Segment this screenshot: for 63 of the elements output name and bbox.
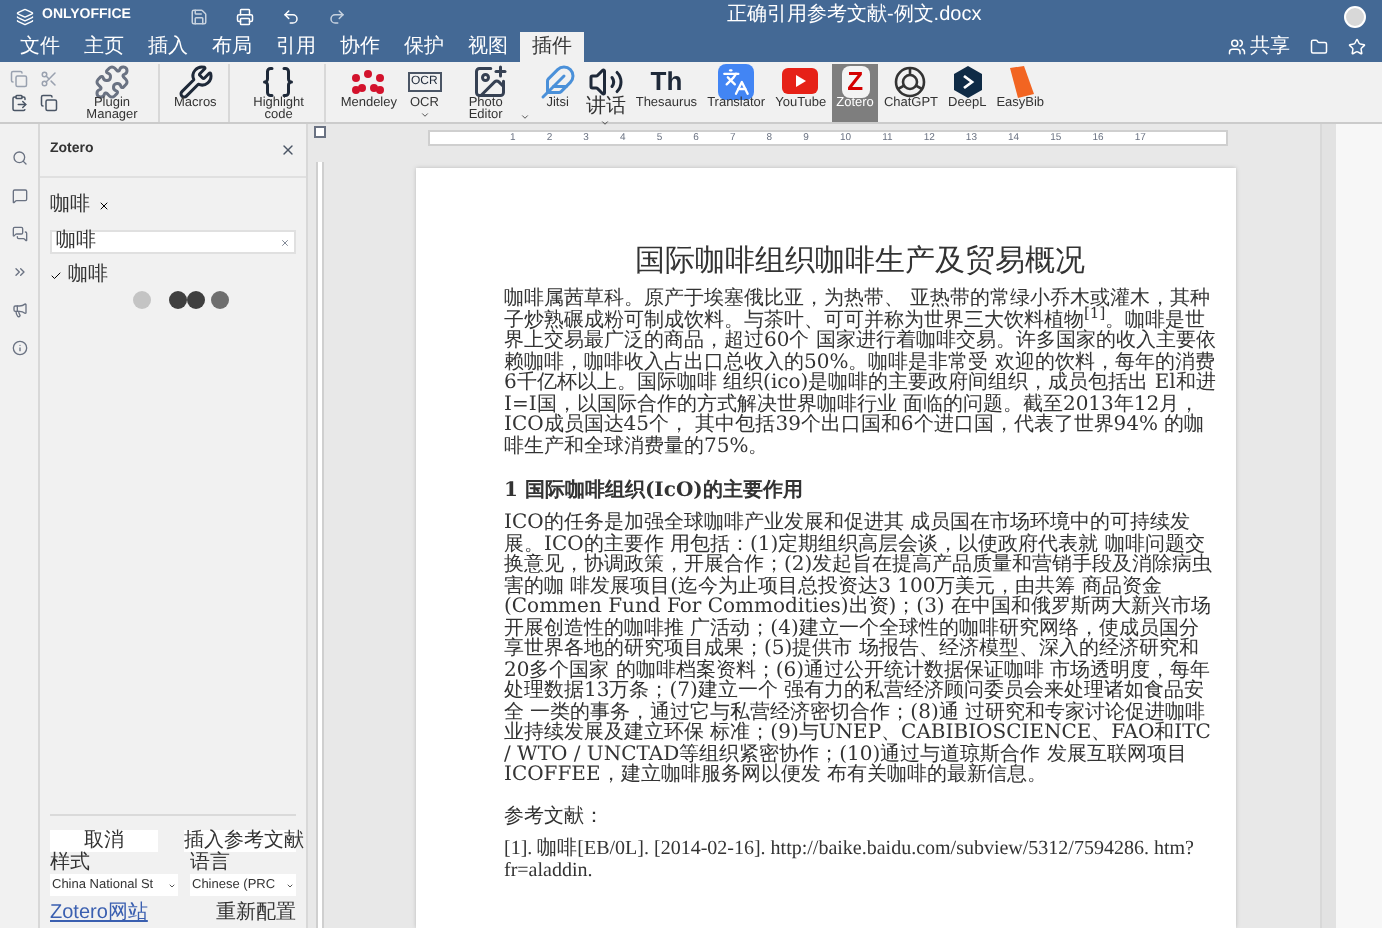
redo-icon[interactable] (328, 7, 347, 25)
reconfigure-link[interactable]: 重新配置 (216, 904, 296, 924)
paragraph: 咖啡属茜草科。原产于埃塞俄比亚，为热带、 亚热带的常绿小乔木或灌木，其种子炒熟碾成粉可制成饮料。与茶叶、可可并称为世界三大饮料植物$^{[1]}$。咖啡是世界上交易最广泛的商品，超过60个 国家进行着咖啡交易。许多国家的收入主要依赖咖啡，咖啡收入占出口总收入的50%。咖啡是非常受 欢迎的饮料，每年的消费6千亿杯以上。国际咖啡 组织(ico)是咖啡的主要政府间组织，成员包括出 El和进I=I国，以国际合作的方式解决世界咖啡行业 面临的问题。截至2013年12月，ICO成员国达45个， 其中包括39个出口国和6个进口国，代表了世界94% 的咖啡生产和全球消费量的75%。 (504, 290, 1216, 458)
menu-tab[interactable]: 布局 (200, 32, 264, 62)
braces-icon (260, 63, 297, 99)
website-link[interactable]: Zotero网站 (50, 904, 148, 924)
logo-icon (16, 7, 34, 25)
copy-icon[interactable] (10, 70, 28, 88)
feather-icon (539, 63, 576, 99)
info-icon[interactable] (11, 340, 27, 356)
document-title: 国际咖啡组织咖啡生产及贸易概况 (633, 240, 1087, 280)
cancel-button[interactable]: 取消 (50, 830, 158, 852)
puzzle-icon (94, 63, 130, 99)
checkmark[interactable] (50, 269, 62, 281)
navigation-icon[interactable] (11, 264, 27, 280)
format-copy-icon[interactable] (40, 94, 58, 112)
comment-icon[interactable] (11, 188, 27, 204)
ruler-corner[interactable] (314, 126, 326, 138)
photo-icon (472, 63, 509, 99)
chat-icon[interactable] (11, 226, 27, 242)
paste-icon[interactable] (10, 94, 28, 112)
hexagon-icon (949, 63, 986, 99)
undo-icon[interactable] (282, 7, 301, 25)
menu-tab[interactable]: 插件 (520, 32, 584, 62)
wrench-icon (177, 63, 214, 99)
remove-tag-icon[interactable] (98, 199, 110, 211)
menu-tab[interactable]: 主页 (72, 32, 136, 62)
menu-tab[interactable]: 文件 (8, 32, 72, 62)
star-icon[interactable] (1348, 38, 1366, 56)
people-icon (1228, 38, 1246, 56)
search-field[interactable]: 咖啡 (50, 230, 296, 254)
style-label: 样式 (50, 854, 92, 874)
speaker-icon (587, 63, 624, 99)
play-icon (782, 68, 819, 94)
tag-label: 咖啡 (50, 191, 90, 220)
scrollbar[interactable] (1322, 124, 1336, 928)
item-label[interactable]: 咖啡 (68, 264, 108, 286)
menu-tab[interactable]: 协作 (328, 32, 392, 62)
reference-entry: [1]. 咖啡[EB/0L]. [2014-02-16]. http://baike.baidu.com/subview/5312/7594286. htm?fr=aladdin. (504, 837, 1196, 881)
thesaurus-icon: Th (650, 63, 683, 99)
cut-icon[interactable] (40, 70, 58, 88)
megaphone-icon[interactable] (11, 302, 27, 318)
avatar[interactable] (1344, 5, 1366, 27)
language-label: 语言 (190, 854, 232, 874)
search-icon[interactable] (11, 150, 27, 166)
references-heading: 参考文献： (504, 805, 606, 827)
document-title: 正确引用参考文献-例文.docx (726, 4, 982, 28)
print-icon[interactable] (236, 7, 255, 25)
menu-tab[interactable]: 插入 (136, 32, 200, 62)
zotero-icon: Z (841, 65, 870, 97)
menu-tab[interactable]: 保护 (392, 32, 456, 62)
save-icon[interactable] (190, 7, 209, 25)
section-heading: 1 国际咖啡组织(IcO)的主要作用 (504, 480, 805, 504)
loading-dots-icon (132, 290, 232, 310)
toolbar-button[interactable]: 讲话 (581, 64, 630, 122)
translate-icon (718, 63, 755, 99)
folder-icon[interactable] (1310, 38, 1328, 56)
menu-tab[interactable]: 视图 (456, 32, 520, 62)
share-button[interactable]: 共享 (1228, 36, 1290, 58)
knot-icon (892, 63, 929, 99)
menu-tab[interactable]: 引用 (264, 32, 328, 62)
paragraph: ICO的任务是加强全球咖啡产业发展和促进其 成员国在市场环境中的可持续发展。ICO的主要作 用包括：(1)定期组织高层会谈，以使政府代表就 咖啡问题交换意见，协调政策，开展合作；(2)发起旨在提高产品质量和营销手段及消除病虫害的咖 啡发展项目(迄今为止项目总投资达3 100万美元，由共筹 商品资金(Commen Fund For Commodities)出资)；(3) 在中国和俄罗斯两大新兴市场开展创造性的咖啡推 广活动；(4)建立一个全球性的咖啡研究网络，使成员国分享世界各地的研究项目成果；(5)提供市 场报告、经济模型、深入的经济研究和20多个国家 的咖啡档案资料；(6)通过公开统计数据保证咖啡 市场透明度，每年处理数据13万条；(7)建立一个 强有力的私营经济顾问委员会来处理诸如食品安全 一类的事务，通过它与私营经济密切合作；(8)通 过研究和专家讨论促进咖啡业持续发展及建立环保 标准；(9)与UNEP、CABIBIOSCIENCE、FAO和ITC / WTO / UNCTAD等组织紧密协作；(10)通过与道琼斯合作 发展互联网项目ICOFFEE，建立咖啡服务网以便发 布有关咖啡的最新信息。 (504, 514, 1215, 787)
close-icon[interactable] (280, 142, 296, 158)
